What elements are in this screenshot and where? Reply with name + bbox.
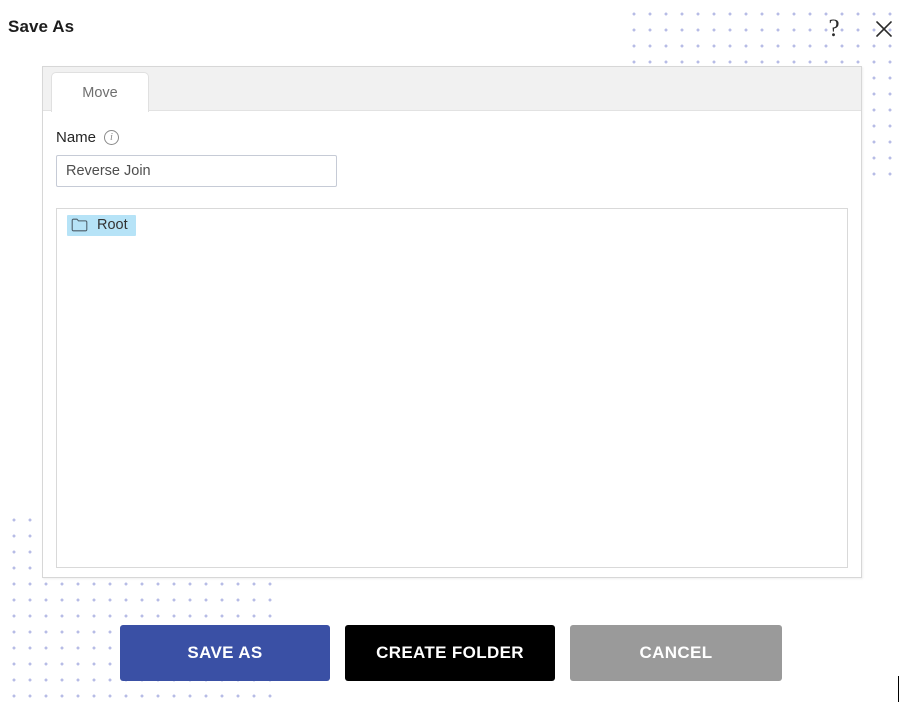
text-caret-artifact: [898, 676, 899, 702]
create-folder-button[interactable]: CREATE FOLDER: [345, 625, 555, 681]
folder-icon: [71, 218, 88, 232]
info-circle-icon[interactable]: i: [104, 129, 120, 145]
name-field-label-row: Name i: [56, 127, 848, 147]
cancel-button[interactable]: CANCEL: [570, 625, 782, 681]
tree-item-root-label: Root: [97, 217, 128, 233]
name-input[interactable]: [56, 155, 337, 187]
dialog-footer: SAVE AS CREATE FOLDER CANCEL: [0, 625, 904, 681]
save-as-button[interactable]: SAVE AS: [120, 625, 330, 681]
save-as-dialog: Move Name i Root: [42, 66, 862, 578]
tab-move[interactable]: Move: [51, 72, 149, 112]
folder-tree-panel[interactable]: Root: [56, 208, 848, 568]
close-icon[interactable]: [865, 10, 903, 48]
tree-item-root[interactable]: Root: [67, 215, 136, 236]
dialog-body: Name i Root: [43, 111, 861, 577]
tab-strip: Move: [43, 67, 861, 112]
tab-move-label: Move: [82, 84, 118, 101]
name-field-label: Name: [56, 128, 97, 146]
page-title: Save As: [8, 17, 75, 36]
help-icon[interactable]: ?: [815, 10, 853, 48]
dialog-header: Save As ?: [0, 0, 904, 58]
